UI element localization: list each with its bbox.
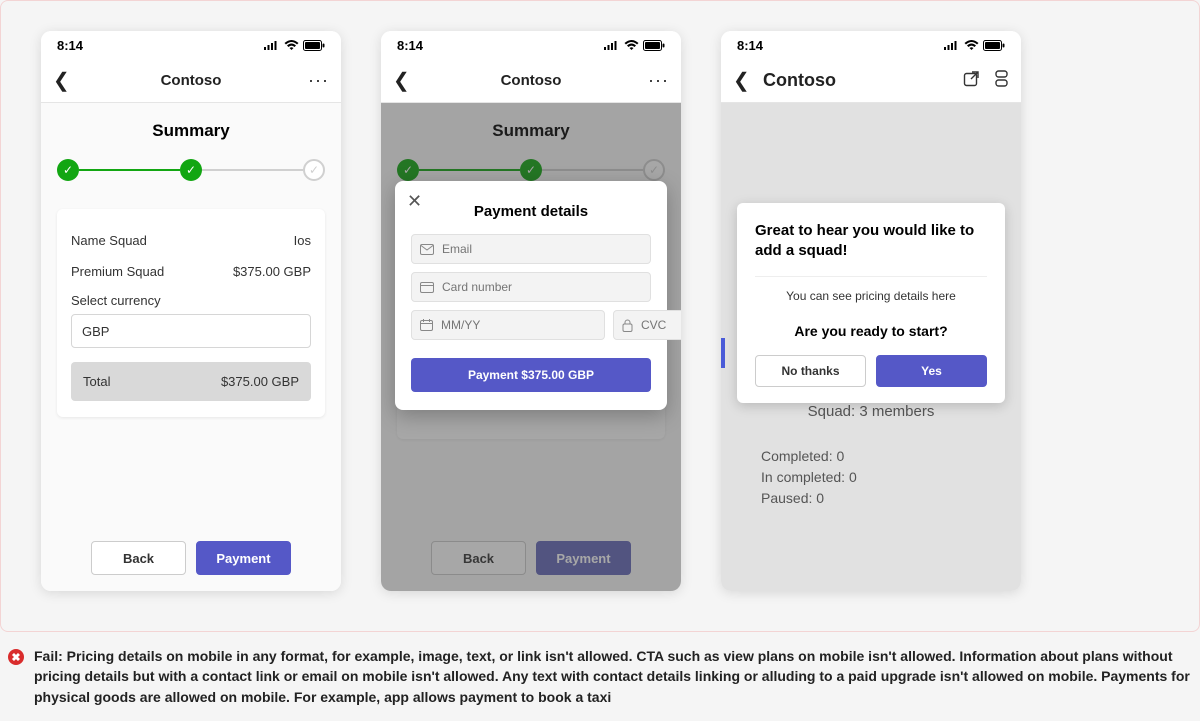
back-icon[interactable]: ❮ xyxy=(393,71,417,91)
pay-submit-button[interactable]: Payment $375.00 GBP xyxy=(411,358,651,392)
status-icons xyxy=(264,40,325,51)
modal-title: Payment details xyxy=(411,203,651,220)
card-input[interactable] xyxy=(442,280,642,294)
no-thanks-button[interactable]: No thanks xyxy=(755,355,866,387)
app-header: ❮ Contoso ··· xyxy=(381,59,681,103)
app-header: ❮ Contoso ··· xyxy=(41,59,341,103)
screen-title: Summary xyxy=(57,121,325,141)
status-time: 8:14 xyxy=(57,38,83,53)
row-premium-squad: Premium Squad $375.00 GBP xyxy=(71,256,311,287)
battery-icon xyxy=(303,40,325,51)
app-title: Contoso xyxy=(77,72,305,89)
wifi-icon xyxy=(624,40,639,51)
battery-icon xyxy=(983,40,1005,51)
row-label: Name Squad xyxy=(71,233,147,248)
step-line-2 xyxy=(202,169,303,171)
window-stack-icon[interactable] xyxy=(994,70,1009,92)
app-title: Contoso xyxy=(417,72,645,89)
phone-mockup-1: 8:14 ❮ Contoso ··· Summary ✓ ✓ ✓ xyxy=(41,31,341,591)
total-row: Total $375.00 GBP xyxy=(71,362,311,401)
modal-button-row: No thanks Yes xyxy=(755,355,987,387)
blue-accent-strip xyxy=(721,338,725,368)
row-label: Premium Squad xyxy=(71,264,164,279)
currency-label: Select currency xyxy=(71,293,311,308)
open-external-icon[interactable] xyxy=(963,70,980,92)
back-button[interactable]: Back xyxy=(91,541,186,575)
step-3-pending: ✓ xyxy=(303,159,325,181)
phone-mockup-2: 8:14 ❮ Contoso ··· Summary ✓ ✓ ✓ xyxy=(381,31,681,591)
status-time: 8:14 xyxy=(397,38,423,53)
status-bar: 8:14 xyxy=(41,31,341,59)
incompleted-line: In completed: 0 xyxy=(761,467,1021,488)
cvc-field[interactable] xyxy=(613,310,681,340)
status-icons xyxy=(604,40,665,51)
total-label: Total xyxy=(83,374,110,389)
phone-mockup-3: 8:14 ❮ Contoso Squad: 3 members Complete… xyxy=(721,31,1021,591)
back-icon[interactable]: ❮ xyxy=(733,71,757,91)
expiry-input[interactable] xyxy=(441,318,596,332)
more-icon[interactable]: ··· xyxy=(645,70,669,91)
signal-icon xyxy=(604,40,620,50)
row-name-squad: Name Squad Ios xyxy=(71,225,311,256)
back-icon[interactable]: ❮ xyxy=(53,71,77,91)
step-2-done: ✓ xyxy=(180,159,202,181)
lock-icon xyxy=(622,319,633,332)
more-icon[interactable]: ··· xyxy=(305,70,329,91)
button-row: Back Payment xyxy=(57,521,325,575)
currency-input[interactable] xyxy=(71,314,311,348)
calendar-icon xyxy=(420,319,433,331)
modal-question: Are you ready to start? xyxy=(755,323,987,339)
summary-card: Name Squad Ios Premium Squad $375.00 GBP… xyxy=(57,209,325,417)
payment-modal: ✕ Payment details Payment $375 xyxy=(395,181,667,410)
total-value: $375.00 GBP xyxy=(221,374,299,389)
mail-icon xyxy=(420,244,434,255)
step-1-done: ✓ xyxy=(57,159,79,181)
fail-caption: ✖ Fail: Pricing details on mobile in any… xyxy=(0,640,1200,721)
completed-line: Completed: 0 xyxy=(761,446,1021,467)
screen-body: Squad: 3 members Completed: 0 In complet… xyxy=(721,103,1021,591)
row-value: Ios xyxy=(294,233,311,248)
signal-icon xyxy=(264,40,280,50)
signal-icon xyxy=(944,40,960,50)
squad-members-text: Squad: 3 members xyxy=(721,403,1021,420)
paused-line: Paused: 0 xyxy=(761,488,1021,509)
card-number-field[interactable] xyxy=(411,272,651,302)
email-input[interactable] xyxy=(442,242,642,256)
card-icon xyxy=(420,282,434,293)
battery-icon xyxy=(643,40,665,51)
email-field[interactable] xyxy=(411,234,651,264)
app-title: Contoso xyxy=(763,70,963,91)
fail-text: Fail: Pricing details on mobile in any f… xyxy=(34,646,1192,707)
pricing-link-text[interactable]: You can see pricing details here xyxy=(755,276,987,315)
expiry-field[interactable] xyxy=(411,310,605,340)
add-squad-modal: Great to hear you would like to add a sq… xyxy=(737,203,1005,403)
status-bar: 8:14 xyxy=(381,31,681,59)
yes-button[interactable]: Yes xyxy=(876,355,987,387)
screen-body: Summary ✓ ✓ ✓ Name Squad Ios Premium Squ… xyxy=(41,103,341,591)
wifi-icon xyxy=(964,40,979,51)
status-time: 8:14 xyxy=(737,38,763,53)
row-value: $375.00 GBP xyxy=(233,264,311,279)
payment-button[interactable]: Payment xyxy=(196,541,291,575)
screenshot-container: 8:14 ❮ Contoso ··· Summary ✓ ✓ ✓ xyxy=(0,0,1200,632)
close-icon[interactable]: ✕ xyxy=(407,191,422,212)
fail-icon: ✖ xyxy=(8,649,24,665)
app-header: ❮ Contoso xyxy=(721,59,1021,103)
status-icons xyxy=(944,40,1005,51)
status-bar: 8:14 xyxy=(721,31,1021,59)
cvc-input[interactable] xyxy=(641,318,681,332)
step-line-1 xyxy=(79,169,180,171)
wifi-icon xyxy=(284,40,299,51)
progress-stepper: ✓ ✓ ✓ xyxy=(57,159,325,181)
modal-title: Great to hear you would like to add a sq… xyxy=(755,221,987,262)
status-stats: Completed: 0 In completed: 0 Paused: 0 xyxy=(721,446,1021,509)
